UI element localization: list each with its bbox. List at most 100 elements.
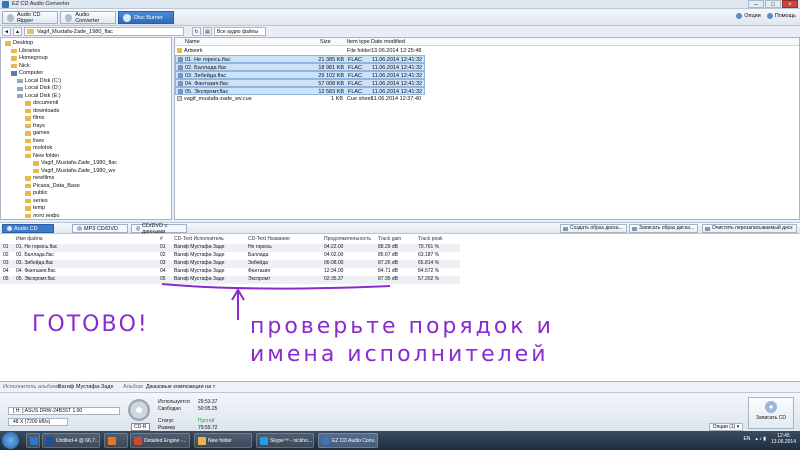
- tree-item[interactable]: лого инфо: [25, 213, 60, 220]
- col-type[interactable]: Item type: [347, 38, 370, 46]
- tree-item[interactable]: Homegroup: [11, 55, 48, 62]
- tree-item[interactable]: Libraries: [11, 48, 40, 55]
- write-image-button[interactable]: Записать образ диска...: [629, 224, 699, 233]
- folder-icon: [25, 138, 31, 144]
- tray-icons[interactable]: ▴ ♪ ▮: [755, 436, 766, 442]
- file-list[interactable]: Name Size Item type Date modified Artwor…: [174, 37, 800, 220]
- tree-item[interactable]: Nick: [11, 63, 30, 70]
- minimize-button[interactable]: –: [748, 0, 764, 8]
- burn-cd-button[interactable]: Записать CD: [748, 397, 794, 429]
- folder-tree[interactable]: Desktop Libraries Homegroup Nick Computer Loc…: [0, 37, 172, 220]
- burn-options-button[interactable]: Опции (1) ▾: [709, 423, 743, 431]
- track-num: 04: [160, 268, 166, 274]
- tree-item[interactable]: temp: [25, 205, 45, 212]
- speed-select[interactable]: 48 X (7200 kB/s): [8, 418, 68, 426]
- erase-disc-button[interactable]: Очистить перезаписываемый диск: [702, 224, 797, 233]
- file-row[interactable]: 01. Не горюсь.flac 21 385 KB FLAC 11.06.201…: [175, 55, 425, 63]
- clock[interactable]: 12:45 13.06.2014: [771, 433, 796, 445]
- col-track-number[interactable]: #: [160, 236, 163, 243]
- file-name-text: Artwork: [184, 48, 203, 54]
- file-row[interactable]: 04. Фантазия.flac 57 008 KB FLAC 11.06.2014…: [175, 79, 425, 87]
- tree-item-label: documentl: [33, 100, 59, 106]
- app-icon: [2, 0, 9, 8]
- burn-cd-label: Записать CD: [756, 415, 786, 421]
- track-row[interactable]: 03 03. Зибейда.flac 03 Вагиф Мустафа-Заде Зи…: [0, 260, 460, 268]
- help-menu[interactable]: Помощь: [766, 13, 796, 19]
- tree-item[interactable]: films: [25, 115, 44, 122]
- path-input[interactable]: Vagif_Mustafa-Zade_1980_flac: [24, 27, 184, 36]
- create-image-button[interactable]: Создать образ диска...: [560, 224, 627, 233]
- back-button[interactable]: ◄: [2, 27, 11, 36]
- album-field[interactable]: Джазовые композиции на т: [146, 382, 215, 392]
- file-row[interactable]: Artwork File folder 13.06.2014 12:25:48: [175, 47, 425, 55]
- col-date[interactable]: Date modified: [371, 38, 405, 46]
- language-indicator[interactable]: EN: [743, 436, 750, 442]
- taskbar-task[interactable]: Untitled-4 @ 66,7...: [42, 433, 100, 448]
- tree-item[interactable]: Local Disk (E:): [17, 93, 61, 100]
- view-button[interactable]: ▤: [203, 27, 212, 36]
- tree-item[interactable]: Vagif_Mustafa-Zade_1980_wv: [33, 168, 115, 175]
- tab-data-cd[interactable]: CD/DVD с данными: [131, 223, 187, 235]
- track-list[interactable]: Имя файла # CD-Text Исполнитель CD-Text …: [0, 234, 800, 382]
- tree-item[interactable]: lives: [25, 138, 44, 145]
- file-name: vagif_mustafa-zade_wv.cue: [177, 95, 252, 103]
- tree-item[interactable]: documentl: [25, 100, 58, 107]
- col-name[interactable]: Name: [185, 38, 200, 46]
- close-button[interactable]: ×: [782, 0, 798, 8]
- tree-item[interactable]: games: [25, 130, 50, 137]
- options-menu[interactable]: Опции: [736, 13, 761, 19]
- audio-converter-button[interactable]: Audio Converter: [60, 11, 116, 24]
- start-button[interactable]: [2, 432, 19, 449]
- tree-item[interactable]: New folder: [25, 153, 59, 160]
- track-row[interactable]: 05 05. Экспромт.flac 05 Вагиф Мустафа-Заде Э…: [0, 276, 460, 284]
- mode-toolbar: Audio CD Ripper Audio Converter Disc Bur…: [0, 9, 800, 26]
- track-row[interactable]: 02 02. Баллада.flac 02 Вагиф Мустафа-Заде Ба…: [0, 252, 460, 260]
- col-filename[interactable]: Имя файла: [16, 236, 43, 243]
- tab-audio-cd[interactable]: Audio CD: [2, 224, 54, 233]
- task-label: Skype™ - nickho...: [270, 437, 312, 444]
- app-icon: [134, 436, 142, 445]
- tree-item[interactable]: Local Disk (C:): [17, 78, 61, 85]
- track-row[interactable]: 01 01. Не горюсь.flac 01 Вагиф Мустафа-Заде…: [0, 244, 460, 252]
- file-row[interactable]: vagif_mustafa-zade_wv.cue 1 KB Cue sheet 11…: [175, 95, 425, 103]
- col-duration[interactable]: Продолжительность: [324, 236, 371, 243]
- tree-item[interactable]: frays: [25, 123, 45, 130]
- tree-item[interactable]: series: [25, 198, 48, 205]
- track-row[interactable]: 04 04. Фантазия.flac 04 Вагиф Мустафа-Заде Ф…: [0, 268, 460, 276]
- taskbar-task[interactable]: Detailed Engine -...: [130, 433, 190, 448]
- mode-label: Audio Converter: [75, 11, 100, 24]
- tree-item[interactable]: Local Disk (D:): [17, 85, 61, 92]
- file-row[interactable]: 05. Экспромт.flac 12 583 KB FLAC 11.06.2014…: [175, 87, 425, 95]
- tree-item[interactable]: Vagif_Mustafa-Zade_1980_flac: [33, 160, 117, 167]
- refresh-button[interactable]: ↻: [192, 27, 201, 36]
- tree-item[interactable]: newfilms: [25, 175, 54, 182]
- col-title[interactable]: CD-Text Название: [248, 236, 290, 243]
- col-track-gain[interactable]: Track gain: [378, 236, 401, 243]
- file-filter-select[interactable]: Все аудио файлы: [214, 27, 266, 36]
- tree-item[interactable]: Computer: [11, 70, 43, 77]
- tree-item[interactable]: public: [25, 190, 47, 197]
- taskbar-task[interactable]: [104, 433, 128, 448]
- tree-item[interactable]: Picasa_Data_Base: [25, 183, 80, 190]
- disc-burner-button[interactable]: Disc Burner: [118, 11, 174, 24]
- audio-cd-ripper-button[interactable]: Audio CD Ripper: [2, 11, 58, 24]
- file-row[interactable]: 02. Баллада.flac 18 981 KB FLAC 11.06.2014 …: [175, 63, 425, 71]
- taskbar-task[interactable]: Skype™ - nickho...: [256, 433, 314, 448]
- maximize-button[interactable]: □: [765, 0, 781, 8]
- up-button[interactable]: ▲: [13, 27, 22, 36]
- col-size[interactable]: Size: [320, 38, 331, 46]
- col-artist[interactable]: CD-Text Исполнитель: [174, 236, 224, 243]
- file-row[interactable]: 03. Зибейда.flac 29 102 KB FLAC 11.06.2014 …: [175, 71, 425, 79]
- taskbar-task[interactable]: [26, 433, 40, 448]
- taskbar-task[interactable]: New folder: [194, 433, 252, 448]
- tree-item[interactable]: downloads: [25, 108, 59, 115]
- taskbar-task[interactable]: EZ CD Audio Conv...: [318, 433, 378, 448]
- tab-mp3-cd[interactable]: MP3 CD/DVD: [72, 224, 128, 233]
- album-artist-field[interactable]: Вагиф Мустафа-Заде: [58, 382, 114, 392]
- task-label: Untitled-4 @ 66,7...: [56, 437, 100, 444]
- drive-select[interactable]: [ H: ] ASUS DRW-24B3ST 1.00: [8, 407, 120, 415]
- tree-item[interactable]: molotok: [25, 145, 52, 152]
- col-track-peak[interactable]: Track peak: [418, 236, 443, 243]
- app-icon: [322, 436, 330, 445]
- tree-item[interactable]: Desktop: [5, 40, 33, 47]
